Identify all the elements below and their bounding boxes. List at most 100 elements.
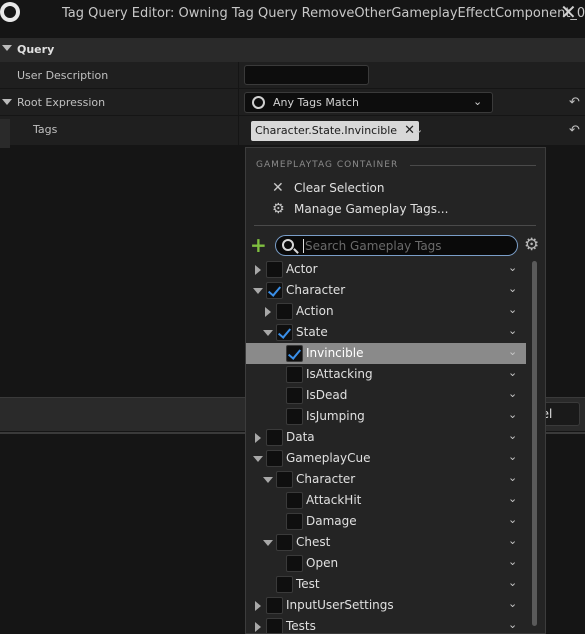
tag-checkbox[interactable]: [286, 366, 303, 383]
root-expression-combo[interactable]: Any Tags Match ⌄: [244, 92, 493, 113]
settings-gear-icon[interactable]: ⚙: [524, 235, 539, 255]
combo-value: Any Tags Match: [273, 96, 359, 109]
tag-tree-item[interactable]: IsDead ⌄: [246, 385, 526, 406]
indent-strip: [0, 119, 10, 148]
tag-checkbox[interactable]: [286, 345, 303, 362]
chevron-down-icon[interactable]: ⌄: [414, 123, 423, 136]
chevron-down-icon[interactable]: ⌄: [508, 261, 517, 274]
chevron-down-icon[interactable]: ⌄: [508, 366, 517, 379]
reset-to-default-icon[interactable]: ↶: [569, 95, 580, 110]
user-description-input[interactable]: [244, 65, 369, 85]
close-window-button[interactable]: ✕: [560, 0, 577, 24]
tag-tree-item[interactable]: IsAttacking ⌄: [246, 364, 526, 385]
expression-type-icon: [252, 96, 265, 109]
expand-arrow-icon[interactable]: [2, 99, 12, 105]
chevron-down-icon[interactable]: ⌄: [508, 408, 517, 421]
chevron-down-icon[interactable]: ⌄: [508, 303, 517, 316]
tag-tree-item[interactable]: InputUserSettings ⌄: [246, 595, 526, 616]
reset-to-default-icon[interactable]: ↶: [569, 123, 580, 138]
collapsed-arrow-icon[interactable]: [265, 307, 271, 317]
chevron-down-icon[interactable]: ⌄: [508, 282, 517, 295]
expanded-arrow-icon[interactable]: [263, 330, 273, 336]
tag-tree-item[interactable]: Action ⌄: [246, 301, 526, 322]
tag-chip[interactable]: Character.State.Invincible ✕: [251, 121, 420, 141]
tag-tree-item[interactable]: Damage ⌄: [246, 511, 526, 532]
tag-label: GameplayCue: [286, 451, 371, 465]
property-label: Tags: [33, 123, 58, 136]
expanded-arrow-icon[interactable]: [263, 540, 273, 546]
chevron-down-icon[interactable]: ⌄: [508, 534, 517, 547]
tag-tree-item[interactable]: Character ⌄: [246, 469, 526, 490]
chevron-down-icon[interactable]: ⌄: [508, 471, 517, 484]
tag-checkbox[interactable]: [276, 303, 293, 320]
tag-tree-item[interactable]: Tests ⌄: [246, 616, 526, 633]
property-label: User Description: [17, 69, 109, 82]
tag-tree-item[interactable]: Test ⌄: [246, 574, 526, 595]
tag-tree-item[interactable]: Chest ⌄: [246, 532, 526, 553]
tag-tree-item[interactable]: Character ⌄: [246, 280, 526, 301]
divider: [410, 165, 536, 166]
tag-checkbox[interactable]: [276, 534, 293, 551]
tag-tree-item[interactable]: Invincible ⌄: [246, 343, 526, 364]
chevron-down-icon[interactable]: ⌄: [508, 345, 517, 358]
add-tag-button[interactable]: +: [250, 234, 267, 256]
column-divider[interactable]: [238, 62, 239, 88]
menu-item-label: Clear Selection: [294, 181, 385, 195]
chevron-down-icon[interactable]: ⌄: [508, 387, 517, 400]
clear-selection-menu-item[interactable]: ✕ Clear Selection: [246, 178, 545, 199]
expand-arrow-icon[interactable]: [2, 45, 12, 51]
chevron-down-icon[interactable]: ⌄: [508, 429, 517, 442]
chevron-down-icon[interactable]: ⌄: [508, 324, 517, 337]
tag-tree-item[interactable]: State ⌄: [246, 322, 526, 343]
chevron-down-icon[interactable]: ⌄: [508, 555, 517, 568]
gear-icon: ⚙: [272, 201, 285, 217]
tag-tree: Actor ⌄ Character ⌄ Action ⌄ State ⌄ Invincible ⌄…: [246, 259, 526, 633]
tag-tree-item[interactable]: AttackHit ⌄: [246, 490, 526, 511]
tag-checkbox[interactable]: [266, 429, 283, 446]
tag-checkbox[interactable]: [276, 576, 293, 593]
scrollbar[interactable]: [532, 261, 537, 626]
tag-checkbox[interactable]: [286, 555, 303, 572]
chevron-down-icon[interactable]: ⌄: [508, 450, 517, 463]
tag-tree-item[interactable]: Data ⌄: [246, 427, 526, 448]
tag-checkbox[interactable]: [276, 471, 293, 488]
collapsed-arrow-icon[interactable]: [255, 433, 261, 443]
search-icon: [282, 239, 294, 251]
category-query[interactable]: Query: [0, 38, 585, 62]
chevron-down-icon[interactable]: ⌄: [508, 492, 517, 505]
manage-gameplay-tags-menu-item[interactable]: ⚙ Manage Gameplay Tags...: [246, 199, 545, 220]
tag-checkbox[interactable]: [286, 387, 303, 404]
tag-tree-item[interactable]: IsJumping ⌄: [246, 406, 526, 427]
tag-checkbox[interactable]: [276, 324, 293, 341]
expanded-arrow-icon[interactable]: [253, 288, 263, 294]
chevron-down-icon: ⌄: [473, 95, 483, 108]
collapsed-arrow-icon[interactable]: [255, 265, 261, 275]
chevron-down-icon[interactable]: ⌄: [508, 576, 517, 589]
tag-checkbox[interactable]: [286, 408, 303, 425]
property-label: Root Expression: [17, 96, 106, 109]
chevron-down-icon[interactable]: ⌄: [508, 618, 517, 631]
collapsed-arrow-icon[interactable]: [255, 622, 261, 632]
tag-tree-item[interactable]: Actor ⌄: [246, 259, 526, 280]
divider: [254, 225, 536, 226]
tag-checkbox[interactable]: [286, 492, 303, 509]
tag-label: Tests: [286, 619, 316, 633]
column-divider[interactable]: [238, 116, 239, 145]
tag-label: InputUserSettings: [286, 598, 394, 612]
tag-checkbox[interactable]: [266, 450, 283, 467]
tag-checkbox[interactable]: [266, 618, 283, 633]
search-input[interactable]: Search Gameplay Tags: [275, 235, 518, 256]
tag-checkbox[interactable]: [286, 513, 303, 530]
column-divider[interactable]: [238, 89, 239, 115]
tag-checkbox[interactable]: [266, 597, 283, 614]
expanded-arrow-icon[interactable]: [253, 456, 263, 462]
tag-checkbox[interactable]: [266, 282, 283, 299]
tag-tree-item[interactable]: Open ⌄: [246, 553, 526, 574]
expanded-arrow-icon[interactable]: [263, 477, 273, 483]
collapsed-arrow-icon[interactable]: [255, 601, 261, 611]
tag-checkbox[interactable]: [266, 261, 283, 278]
chevron-down-icon[interactable]: ⌄: [508, 597, 517, 610]
tag-chip-label: Character.State.Invincible: [255, 124, 398, 137]
tag-tree-item[interactable]: GameplayCue ⌄: [246, 448, 526, 469]
chevron-down-icon[interactable]: ⌄: [508, 513, 517, 526]
